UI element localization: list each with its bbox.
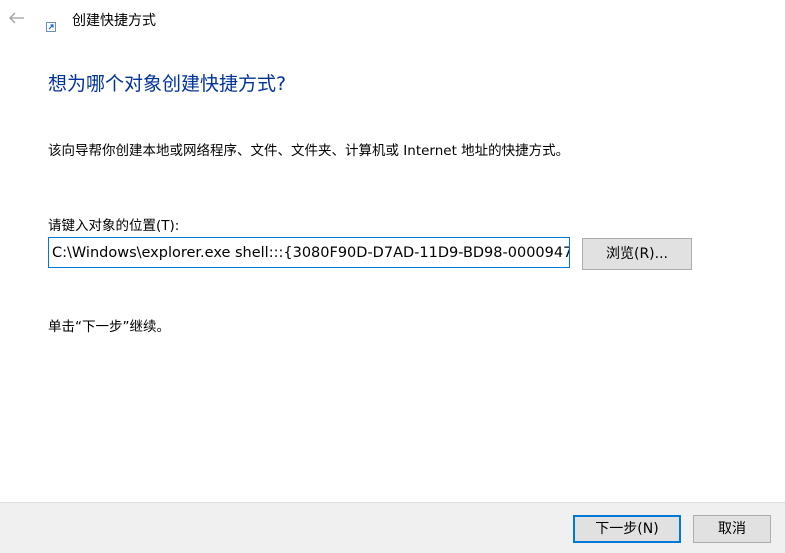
back-button[interactable] xyxy=(6,8,28,28)
page-title: 想为哪个对象创建快捷方式? xyxy=(48,73,287,95)
location-input-box[interactable] xyxy=(48,237,570,268)
browse-button[interactable]: 浏览(R)... xyxy=(582,238,692,270)
location-input[interactable] xyxy=(49,238,569,267)
cancel-button[interactable]: 取消 xyxy=(693,515,771,543)
back-arrow-icon xyxy=(9,12,24,24)
continue-hint: 单击“下一步”继续。 xyxy=(48,319,170,335)
shortcut-icon xyxy=(46,17,56,32)
next-button[interactable]: 下一步(N) xyxy=(573,515,681,543)
window-title: 创建快捷方式 xyxy=(72,13,156,29)
wizard-footer: 下一步(N) 取消 xyxy=(0,502,785,553)
wizard-description: 该向导帮你创建本地或网络程序、文件、文件夹、计算机或 Internet 地址的快… xyxy=(48,143,570,159)
location-field-label: 请键入对象的位置(T): xyxy=(48,218,180,234)
create-shortcut-window: 创建快捷方式 想为哪个对象创建快捷方式? 该向导帮你创建本地或网络程序、文件、文… xyxy=(0,0,785,553)
title-bar: 创建快捷方式 xyxy=(0,0,785,38)
